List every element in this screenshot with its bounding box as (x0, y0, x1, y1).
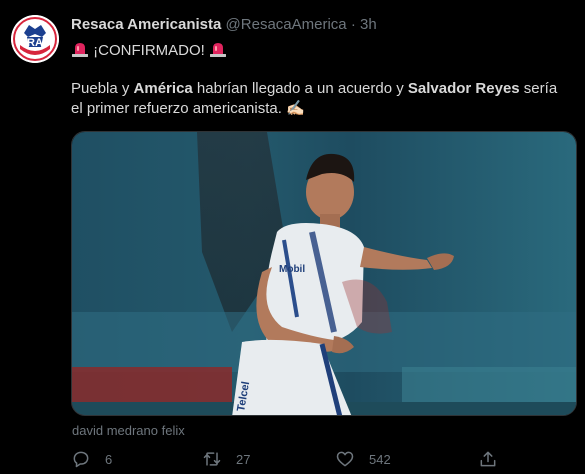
tweet-actions: 6 27 542 (71, 448, 501, 470)
display-name[interactable]: Resaca Americanista (71, 16, 221, 33)
reply-icon (73, 451, 89, 468)
siren-icon (71, 40, 89, 64)
bold-player-name: Salvador Reyes (407, 80, 520, 97)
media-credit[interactable]: david medrano felix (72, 423, 185, 439)
tweet[interactable]: RA Resaca Americanista @ResacaAmerica · … (0, 0, 585, 474)
avatar[interactable]: RA (11, 15, 59, 63)
siren-icon (209, 40, 227, 64)
timestamp[interactable]: 3h (360, 16, 377, 33)
resaca-americanista-logo: RA (11, 15, 59, 63)
bold-club-name: América (133, 80, 193, 97)
text-segment: habrían llegado a un acuerdo y (192, 80, 408, 97)
text-segment: Puebla y (71, 80, 134, 97)
football-player-photo: Mobil Telcel (72, 132, 576, 415)
heart-icon (336, 451, 354, 467)
jersey-sponsor-text: Mobil (279, 264, 305, 275)
tweet-text: Puebla y América habrían llegado a un ac… (71, 79, 571, 119)
separator-dot: · (350, 16, 356, 33)
writing-hand-emoji: ✍🏻 (286, 100, 305, 117)
retweet-icon (203, 452, 221, 466)
like-button[interactable]: 542 (335, 448, 391, 470)
retweet-count: 27 (236, 451, 251, 467)
svg-text:RA: RA (27, 37, 43, 49)
tweet-photo[interactable]: Mobil Telcel (71, 131, 577, 416)
retweet-button[interactable]: 27 (202, 448, 250, 470)
share-icon (480, 451, 496, 467)
reply-button[interactable]: 6 (71, 448, 112, 470)
tweet-header: Resaca Americanista @ResacaAmerica · 3h (71, 15, 377, 35)
confirmado-text: ¡CONFIRMADO! (93, 42, 205, 59)
user-handle[interactable]: @ResacaAmerica (226, 16, 347, 33)
reply-count: 6 (105, 451, 113, 467)
like-count: 542 (369, 451, 391, 467)
tweet-headline: ¡CONFIRMADO! (71, 40, 227, 64)
share-button[interactable] (478, 448, 498, 470)
